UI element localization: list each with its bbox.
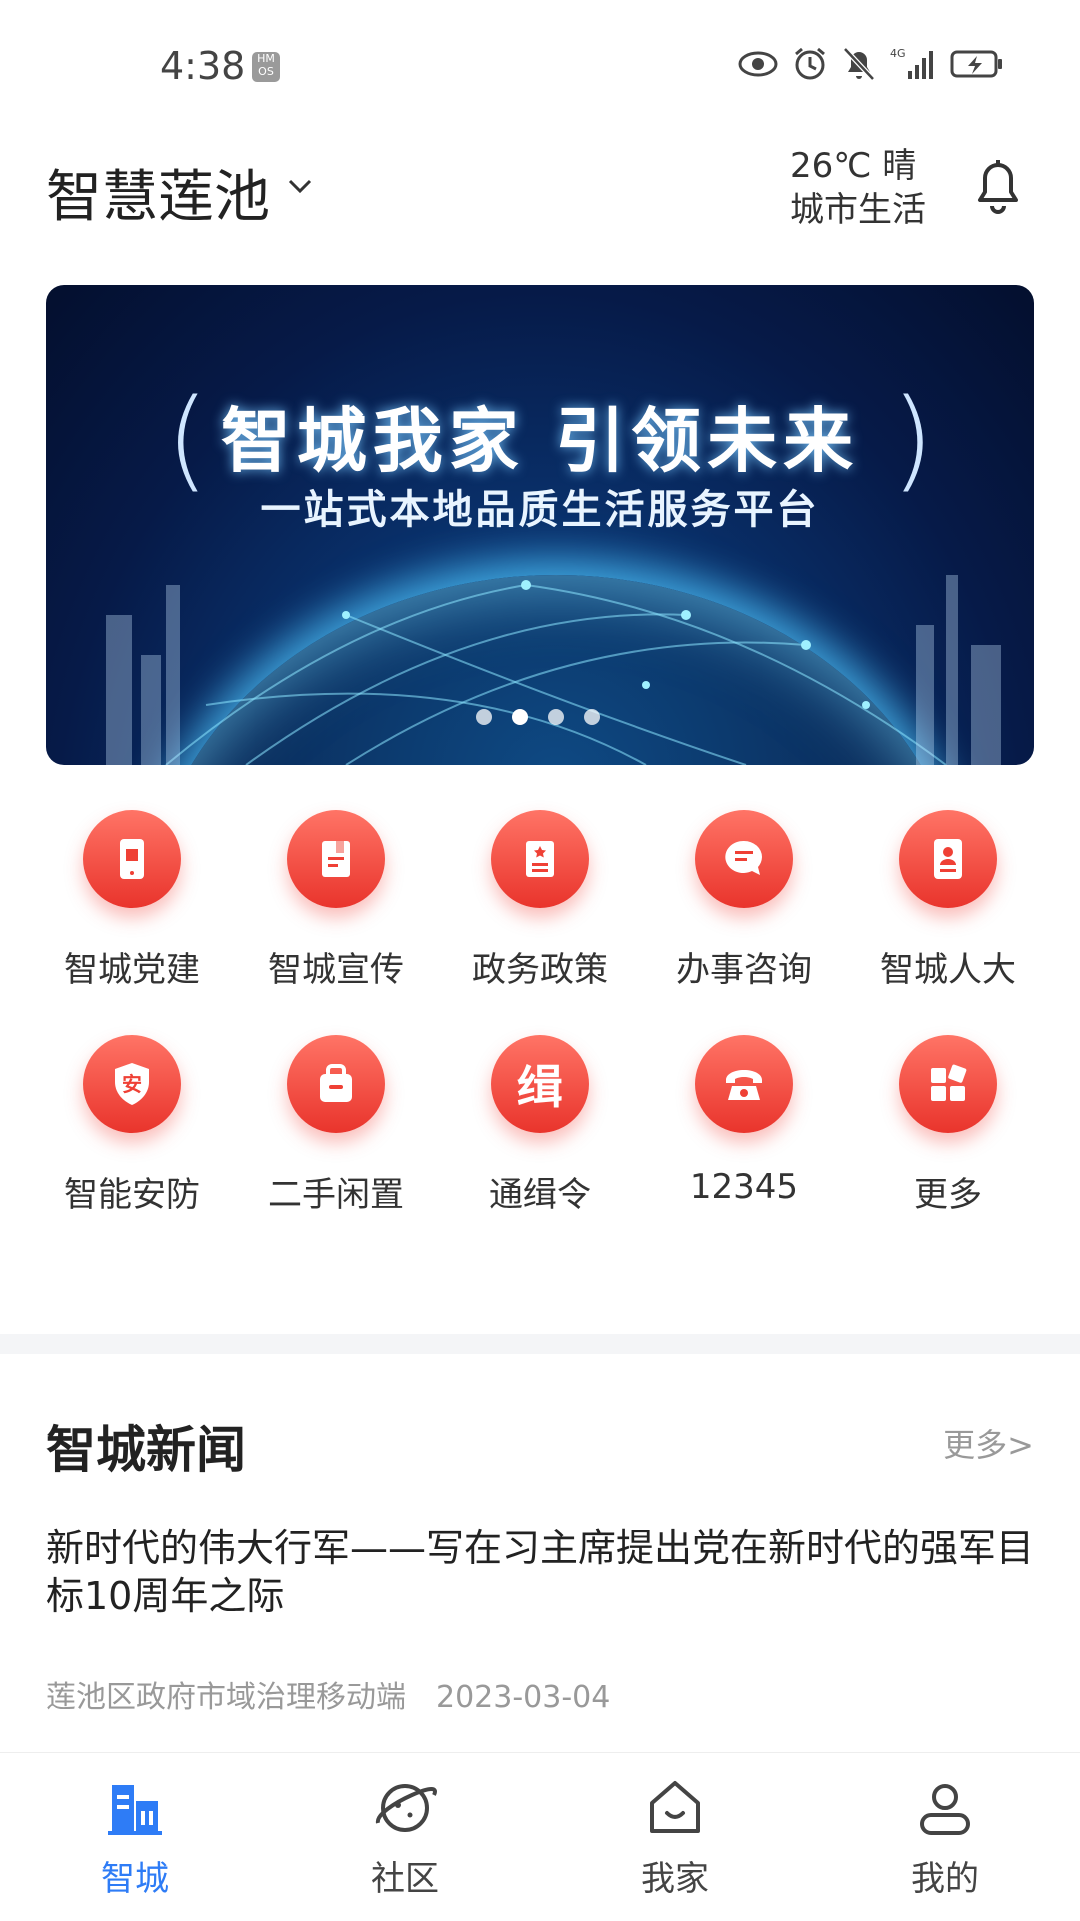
service-security[interactable]: 安 智能安防 [30,1035,234,1216]
mute-icon [842,46,876,86]
planet-icon [375,1784,437,1832]
svg-text:4G: 4G [890,47,906,60]
service-wanted[interactable]: 缉 通缉令 [438,1035,642,1216]
news-more-link[interactable]: 更多> [943,1420,1034,1466]
svg-text:安: 安 [122,1072,142,1096]
status-time: 4:38 [160,44,246,88]
service-hotline[interactable]: 12345 [642,1035,846,1216]
weather-temperature: 26℃ 晴 [790,146,917,186]
user-icon [920,1784,970,1835]
weather-widget[interactable]: 26℃ 晴 城市生活 [790,144,926,232]
telephone-icon [695,1035,793,1133]
service-party-building[interactable]: 智城党建 [30,810,234,991]
shield-icon: 安 [83,1035,181,1133]
service-label: 智城宣传 [268,950,404,990]
service-peoples-congress[interactable]: 智城人大 [846,810,1050,991]
news-section-title: 智城新闻 [46,1421,246,1479]
service-label: 办事咨询 [676,950,812,990]
bottom-tab-bar: 智城 社区 我家 我的 [0,1752,1080,1921]
city-buildings-icon [108,1785,162,1835]
tab-community[interactable]: 社区 [270,1753,540,1921]
tab-home[interactable]: 我家 [540,1753,810,1921]
service-publicity[interactable]: 智城宣传 [234,810,438,991]
document-icon [287,810,385,908]
home-icon [650,1781,700,1833]
section-divider [0,1334,1080,1354]
carousel-dot-active[interactable] [512,709,528,725]
tab-label: 智城 [101,1859,169,1899]
wanted-icon: 缉 [491,1035,589,1133]
service-grid: 智城党建 智城宣传 政务政策 办事咨询 智城人大 安 智能安防 二手闲置 缉 通… [30,810,1050,1216]
policy-doc-icon [491,810,589,908]
chat-bubble-icon [695,810,793,908]
carousel-indicator [476,709,600,725]
service-label: 智能安防 [64,1175,200,1215]
service-label: 智城人大 [880,950,1016,990]
bell-icon[interactable] [970,152,1026,216]
tab-label: 社区 [371,1859,439,1899]
service-second-hand[interactable]: 二手闲置 [234,1035,438,1216]
alarm-icon [792,46,828,86]
grid-more-icon [899,1035,997,1133]
service-label: 政务政策 [472,950,608,990]
battery-charging-icon [950,49,1004,83]
city-selector[interactable]: 智慧莲池 [46,152,270,233]
tab-label: 我的 [911,1859,979,1899]
service-label: 更多 [914,1175,982,1215]
phone-party-icon [83,810,181,908]
news-headline[interactable]: 新时代的伟大行军——写在习主席提出党在新时代的强军目标10周年之际 [46,1524,1036,1620]
promo-banner[interactable]: ( ) 智城我家 引领未来 一站式本地品质生活服务平台 [46,285,1034,765]
service-label: 12345 [689,1167,799,1207]
carousel-dot[interactable] [548,709,564,725]
banner-subtitle: 一站式本地品质生活服务平台 [260,487,820,533]
service-label: 通缉令 [489,1175,591,1215]
tab-label: 我家 [641,1859,709,1899]
service-consult[interactable]: 办事咨询 [642,810,846,991]
chevron-down-icon[interactable] [284,170,316,202]
news-meta: 莲池区政府市域治理移动端 2023-03-04 [46,1672,610,1716]
service-label: 二手闲置 [268,1175,404,1215]
status-bar: 4:38 HM OS 4G [0,0,1080,120]
banner-title: 智城我家 引领未来 [220,400,860,482]
carousel-dot[interactable] [476,709,492,725]
app-header: 智慧莲池 26℃ 晴 城市生活 [0,130,1080,240]
carousel-dot[interactable] [584,709,600,725]
tab-smart-city[interactable]: 智城 [0,1753,270,1921]
weather-subtitle: 城市生活 [790,190,926,230]
hmos-icon: HM OS [252,52,280,82]
service-label: 智城党建 [64,950,200,990]
service-more[interactable]: 更多 [846,1035,1050,1216]
wanted-glyph: 缉 [517,1060,563,1114]
signal-icon: 4G [890,47,936,85]
eye-icon [738,50,778,82]
tab-mine[interactable]: 我的 [810,1753,1080,1921]
bag-icon [287,1035,385,1133]
service-policy[interactable]: 政务政策 [438,810,642,991]
news-source: 莲池区政府市域治理移动端 [46,1680,406,1715]
news-date: 2023-03-04 [436,1680,611,1715]
status-icons: 4G [738,46,1004,86]
person-card-icon [899,810,997,908]
